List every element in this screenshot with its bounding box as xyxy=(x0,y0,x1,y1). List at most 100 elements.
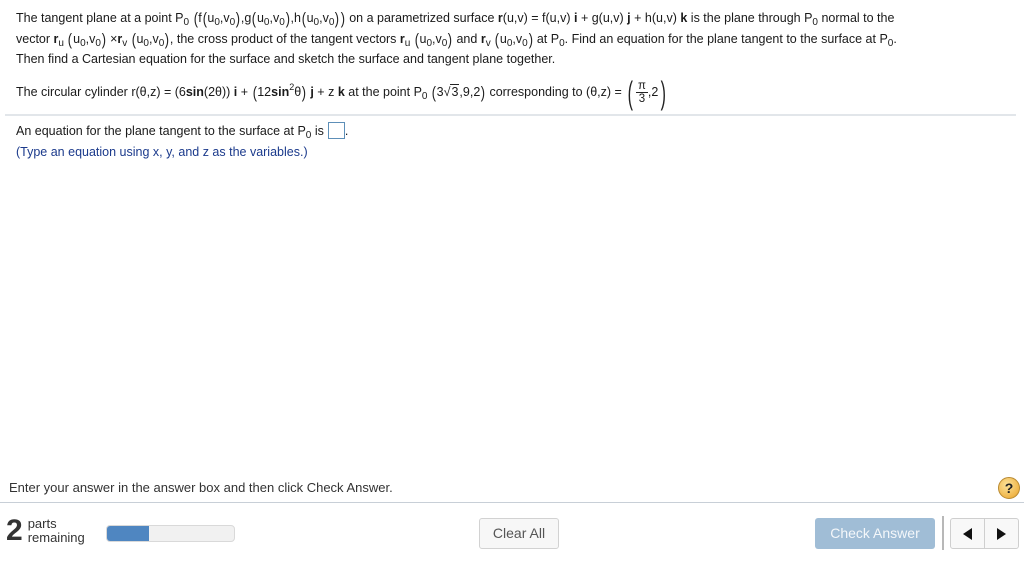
divider xyxy=(5,114,1016,116)
paren: ) xyxy=(285,9,290,28)
question-line-3: Then find a Cartesian equation for the s… xyxy=(16,52,556,66)
text: is xyxy=(314,124,324,138)
answer-prompt: An equation for the plane tangent to the… xyxy=(16,122,348,145)
question-line-2: vector ru (u0,v0) ×rv (u0,v0), the cross… xyxy=(16,29,897,49)
text: . Find an equation for the plane tangent… xyxy=(564,31,888,46)
answer-input[interactable] xyxy=(327,122,345,139)
text: + z xyxy=(317,85,335,99)
paren: ) xyxy=(528,29,533,49)
text: θ xyxy=(294,85,302,99)
text: . xyxy=(893,31,897,46)
subscript: u xyxy=(404,37,411,49)
subscript: v xyxy=(122,37,128,49)
text: vector xyxy=(16,31,51,46)
text: + h(u,v) xyxy=(634,11,677,25)
subscript: 0 xyxy=(313,17,320,28)
parts-remaining: 2 parts remaining xyxy=(6,516,85,546)
subscript: 0 xyxy=(328,17,335,28)
text: An equation for the plane tangent to the… xyxy=(16,124,306,138)
subscript: 0 xyxy=(95,37,101,49)
text: sin xyxy=(271,85,290,99)
paren: ) xyxy=(660,74,667,111)
fraction: π3 xyxy=(635,80,648,106)
text: The circular cylinder r(θ,z) = (6 xyxy=(16,85,186,99)
next-button[interactable] xyxy=(984,519,1018,548)
text: remaining xyxy=(27,530,85,545)
paren: ( xyxy=(131,29,136,49)
paren: ) xyxy=(335,9,340,28)
text: + g(u,v) xyxy=(580,11,624,25)
subscript: 0 xyxy=(80,37,86,49)
parts-label: parts remaining xyxy=(28,517,85,545)
subscript: 0 xyxy=(305,130,312,141)
paren: ( xyxy=(202,9,207,28)
paren: ) xyxy=(480,83,486,102)
text: u xyxy=(256,11,264,25)
help-icon[interactable]: ? xyxy=(998,477,1020,499)
subscript: 0 xyxy=(812,17,818,28)
subscript: 0 xyxy=(229,17,236,28)
subscript: 0 xyxy=(506,37,513,49)
subscript: 0 xyxy=(279,17,285,28)
text: (u,v) = f(u,v) xyxy=(502,11,571,25)
subscript: v xyxy=(485,37,491,49)
text: (2θ)) xyxy=(203,85,231,99)
paren: ( xyxy=(431,83,436,102)
text: corresponding to (θ,z) = xyxy=(489,85,622,99)
subscript: 0 xyxy=(263,17,270,28)
subscript: u xyxy=(58,37,64,49)
separator xyxy=(942,516,944,550)
denominator: 3 xyxy=(638,93,646,106)
subscript: 0 xyxy=(522,37,528,49)
text: u xyxy=(306,11,314,25)
subscript: 0 xyxy=(421,91,428,102)
text: ,9,2 xyxy=(459,85,481,99)
text: and xyxy=(456,31,478,46)
text: u xyxy=(499,31,507,46)
progress-fill xyxy=(107,526,149,541)
paren: ( xyxy=(252,9,257,28)
subscript: 0 xyxy=(426,37,433,49)
subscript: 0 xyxy=(214,17,220,28)
text: h xyxy=(293,11,301,25)
instructions-text: Enter your answer in the answer box and … xyxy=(9,480,393,495)
text: k xyxy=(680,11,688,25)
sqrt: √3 xyxy=(443,84,460,99)
paren: ( xyxy=(301,9,306,28)
text: , the cross product of the tangent vecto… xyxy=(169,31,397,46)
paren: ) xyxy=(101,29,106,49)
paren: ( xyxy=(414,29,419,49)
progress-bar xyxy=(106,525,235,542)
navigation-buttons xyxy=(950,518,1019,549)
subscript: 0 xyxy=(183,17,190,28)
text: on a parametrized surface xyxy=(349,11,495,25)
question-line-1: The tangent plane at a point P0 (f(u0,v0… xyxy=(16,9,895,28)
text: j xyxy=(310,85,314,99)
text: sin xyxy=(185,85,204,99)
parts-count: 2 xyxy=(6,514,23,547)
text: at the point P xyxy=(348,85,422,99)
check-answer-button[interactable]: Check Answer xyxy=(815,518,935,549)
text: parts xyxy=(27,516,57,531)
text: f xyxy=(198,11,202,25)
text: . xyxy=(344,124,349,138)
text: i xyxy=(233,85,238,99)
paren: ( xyxy=(252,83,257,102)
paren: ( xyxy=(68,29,73,49)
subscript: 0 xyxy=(158,37,165,49)
paren: ) xyxy=(164,29,170,49)
text: ,2 xyxy=(647,85,659,99)
text: i xyxy=(573,11,578,25)
subscript: 0 xyxy=(441,37,448,49)
text: normal to the xyxy=(821,11,895,25)
triangle-left-icon xyxy=(963,527,972,540)
paren: ) xyxy=(235,9,241,28)
text: g xyxy=(244,11,252,25)
previous-button[interactable] xyxy=(951,519,984,548)
text: 12 xyxy=(257,85,272,99)
numerator: π xyxy=(635,80,648,94)
clear-all-button[interactable]: Clear All xyxy=(479,518,559,549)
paren: ( xyxy=(494,29,500,49)
paren: ) xyxy=(448,29,453,49)
subscript: 0 xyxy=(143,37,149,49)
